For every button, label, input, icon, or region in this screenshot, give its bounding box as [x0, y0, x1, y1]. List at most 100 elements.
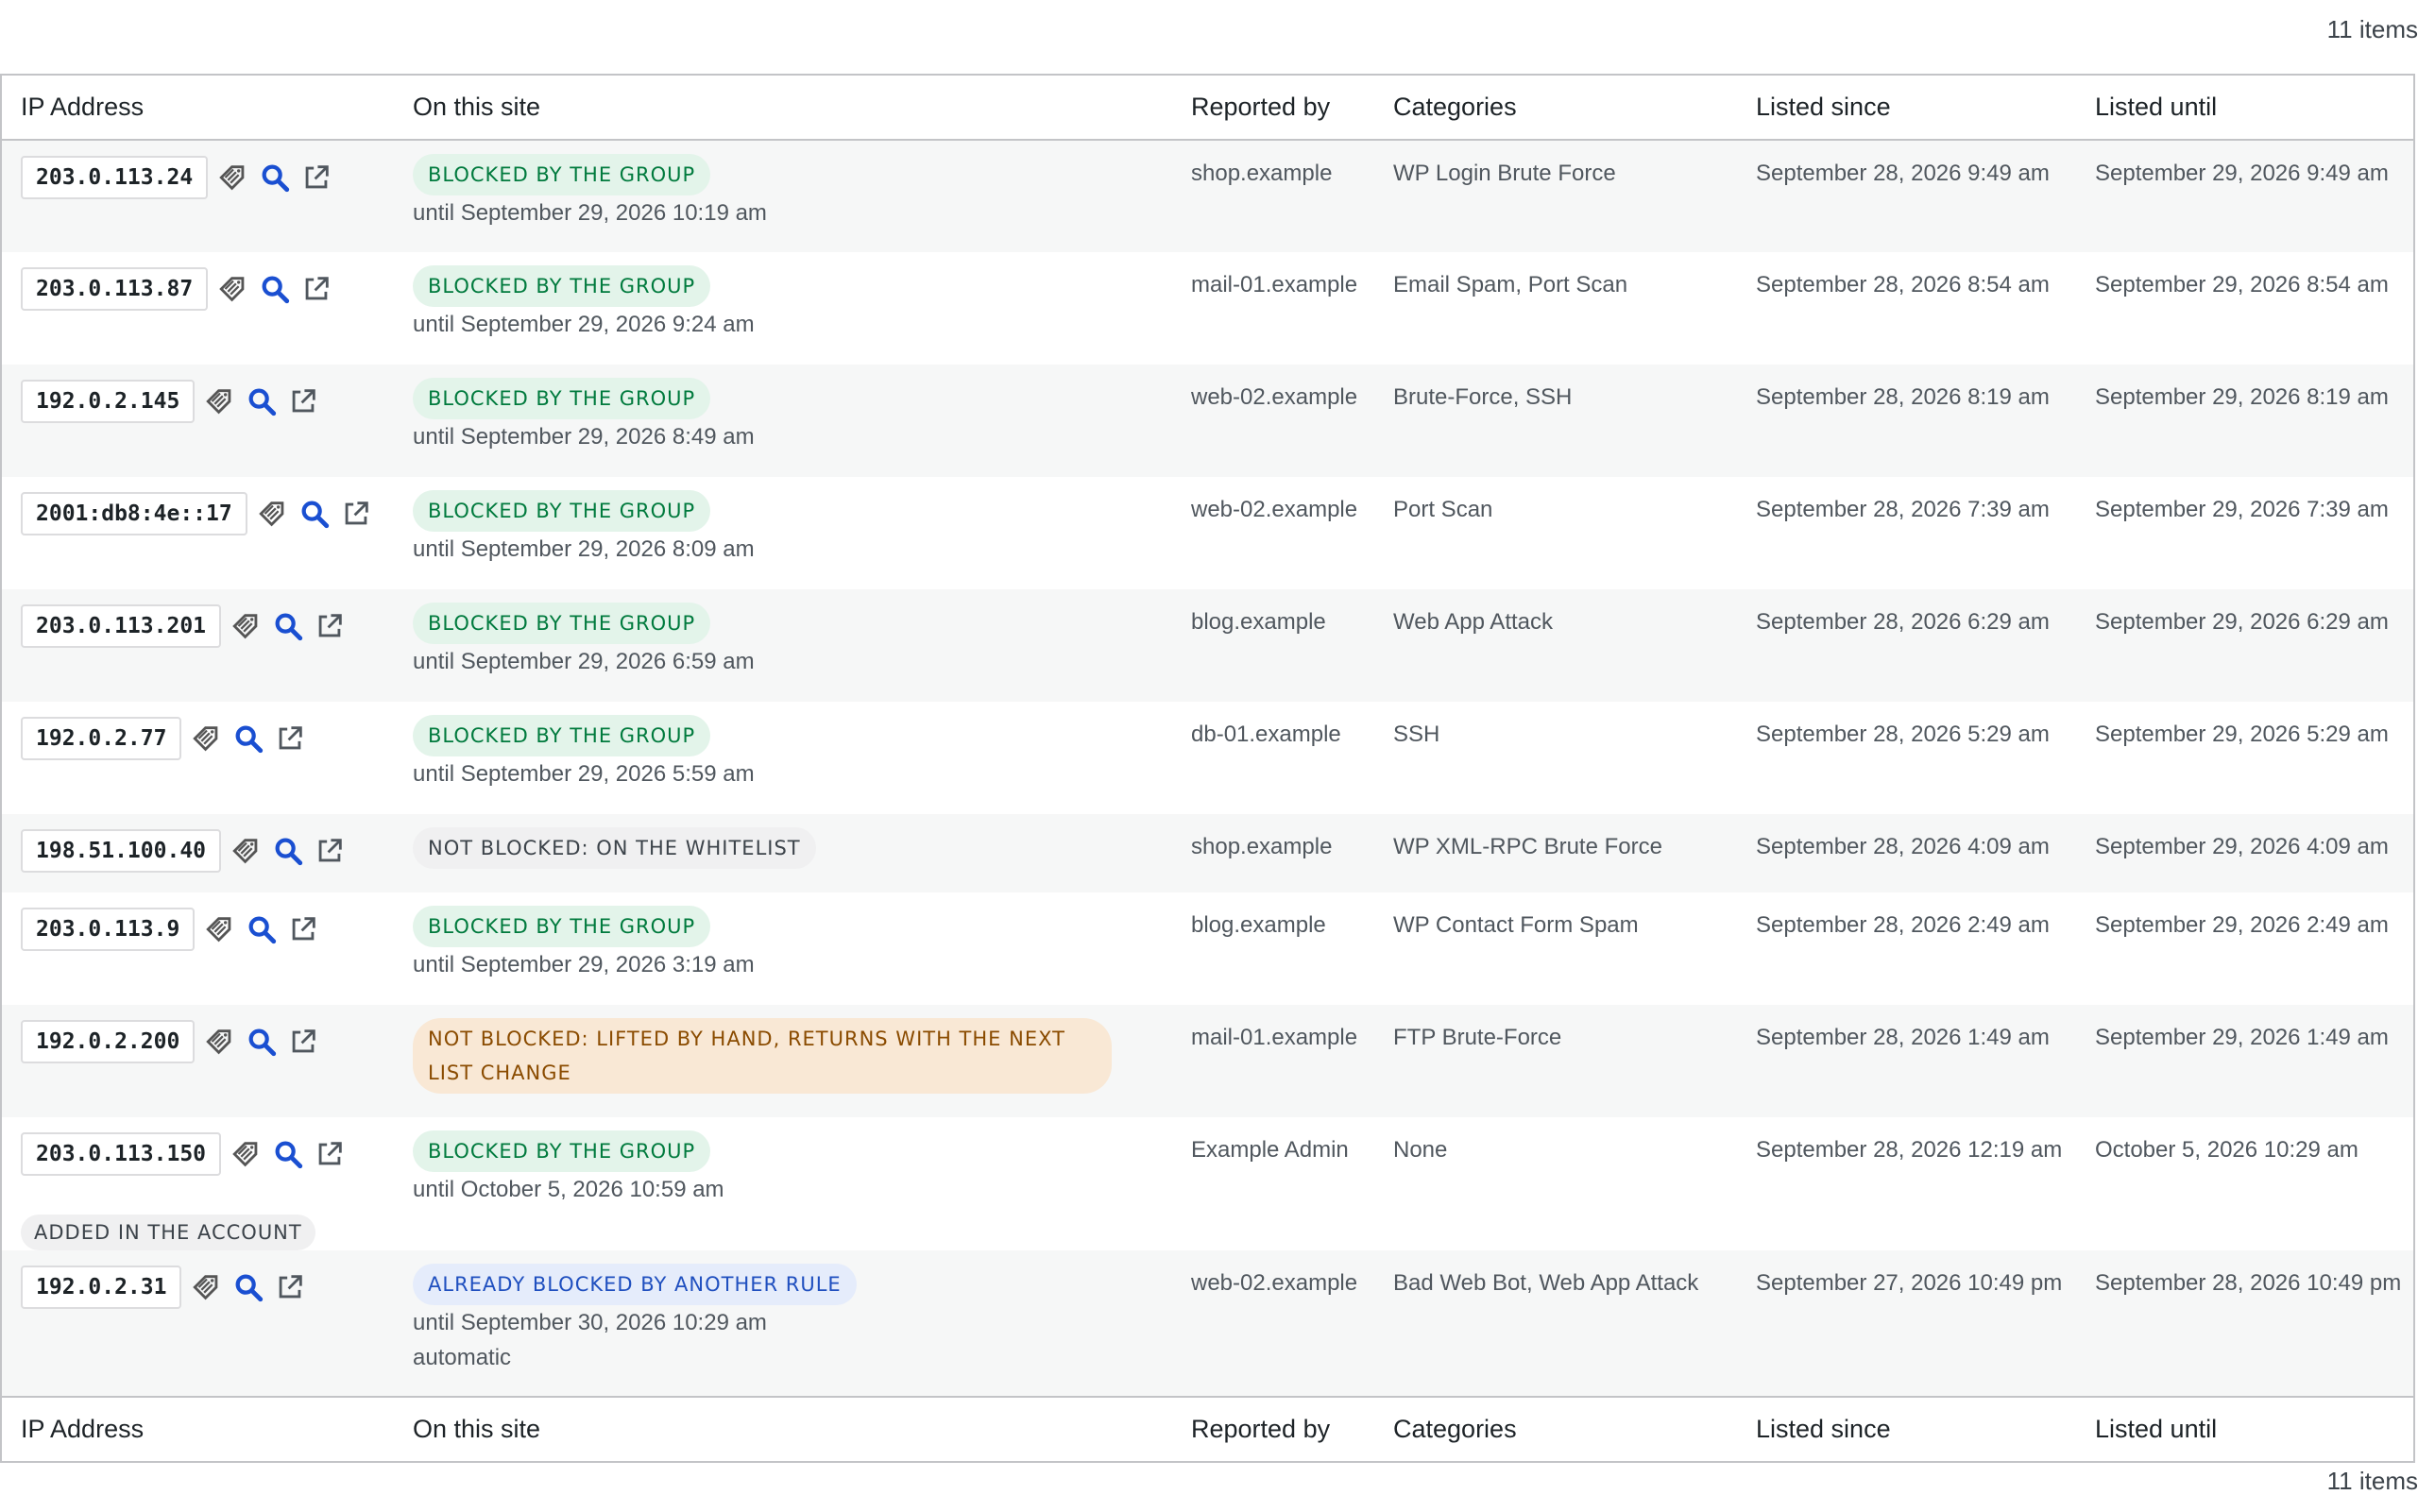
ip-address[interactable]: 192.0.2.31: [21, 1266, 182, 1309]
reported-by: web-02.example: [1191, 384, 1358, 410]
ip-address[interactable]: 203.0.113.201: [21, 604, 222, 648]
tag-icon[interactable]: [217, 273, 249, 305]
search-icon[interactable]: [259, 161, 291, 194]
search-icon[interactable]: [298, 498, 331, 530]
search-icon[interactable]: [246, 1026, 278, 1058]
ip-address[interactable]: 203.0.113.9: [21, 908, 196, 951]
column-header-listed-since[interactable]: Listed since: [1737, 76, 2076, 141]
tag-icon[interactable]: [191, 722, 223, 755]
tag-icon[interactable]: [230, 1138, 263, 1170]
reported-by: shop.example: [1191, 834, 1333, 859]
cell-reported-by: Example Admin: [1172, 1117, 1374, 1250]
ip-address[interactable]: 2001:db8:4e::17: [21, 492, 247, 535]
cell-ip: 192.0.2.145: [2, 365, 394, 477]
listed-until: September 29, 2026 4:09 am: [2095, 834, 2389, 859]
listed-until: September 29, 2026 5:29 am: [2095, 722, 2389, 747]
external-link-icon[interactable]: [300, 273, 332, 305]
tag-icon[interactable]: [191, 1271, 223, 1303]
reported-by: blog.example: [1191, 609, 1326, 635]
cell-categories: WP Contact Form Spam: [1374, 892, 1737, 1005]
cell-listed-until: September 29, 2026 1:49 am: [2076, 1005, 2413, 1117]
column-footer-listed-until[interactable]: Listed until: [2076, 1396, 2413, 1461]
tag-icon[interactable]: [204, 385, 236, 417]
cell-listed-until: September 29, 2026 2:49 am: [2076, 892, 2413, 1005]
ip-address[interactable]: 198.51.100.40: [21, 829, 222, 873]
tag-icon[interactable]: [230, 835, 263, 867]
cell-site-status: BLOCKED BY THE GROUP until September 29,…: [394, 365, 1172, 477]
search-icon[interactable]: [272, 610, 304, 642]
ip-address[interactable]: 192.0.2.145: [21, 380, 196, 423]
cell-reported-by: mail-01.example: [1172, 252, 1374, 365]
block-until: until October 5, 2026 10:59 am: [413, 1177, 724, 1202]
search-icon[interactable]: [246, 385, 278, 417]
external-link-icon[interactable]: [287, 1026, 319, 1058]
listed-until: September 29, 2026 9:49 am: [2095, 161, 2389, 186]
ip-address[interactable]: 203.0.113.150: [21, 1132, 222, 1176]
column-header-listed-until[interactable]: Listed until: [2076, 76, 2413, 141]
column-header-ip[interactable]: IP Address: [2, 76, 394, 141]
status-badge: BLOCKED BY THE GROUP: [413, 906, 711, 947]
cell-ip: 192.0.2.31: [2, 1250, 394, 1397]
column-footer-ip[interactable]: IP Address: [2, 1396, 394, 1461]
cell-site-status: BLOCKED BY THE GROUP until September 29,…: [394, 702, 1172, 814]
external-link-icon[interactable]: [314, 835, 346, 867]
external-link-icon[interactable]: [314, 1138, 346, 1170]
cell-site-status: BLOCKED BY THE GROUP until October 5, 20…: [394, 1117, 1172, 1250]
cell-listed-since: September 28, 2026 4:09 am: [1737, 814, 2076, 892]
block-until: until September 29, 2026 8:49 am: [413, 424, 755, 450]
block-until: until September 29, 2026 3:19 am: [413, 952, 755, 977]
cell-listed-until: September 29, 2026 5:29 am: [2076, 702, 2413, 814]
listed-until: October 5, 2026 10:29 am: [2095, 1137, 2358, 1163]
tag-icon[interactable]: [217, 161, 249, 194]
column-header-categories[interactable]: Categories: [1374, 76, 1737, 141]
search-icon[interactable]: [272, 1138, 304, 1170]
reported-by: web-02.example: [1191, 1270, 1358, 1296]
cell-categories: Port Scan: [1374, 477, 1737, 589]
cell-categories: SSH: [1374, 702, 1737, 814]
search-icon[interactable]: [272, 835, 304, 867]
search-icon[interactable]: [259, 273, 291, 305]
external-link-icon[interactable]: [314, 610, 346, 642]
table-footer-row: IP Address On this site Reported by Cate…: [2, 1396, 2413, 1461]
listed-until: September 29, 2026 1:49 am: [2095, 1025, 2389, 1050]
reported-by: web-02.example: [1191, 497, 1358, 522]
cell-categories: Web App Attack: [1374, 589, 1737, 702]
cell-categories: Bad Web Bot, Web App Attack: [1374, 1250, 1737, 1397]
column-footer-listed-since[interactable]: Listed since: [1737, 1396, 2076, 1461]
tag-icon[interactable]: [257, 498, 289, 530]
ip-address[interactable]: 192.0.2.200: [21, 1020, 196, 1063]
ip-address[interactable]: 203.0.113.24: [21, 156, 209, 199]
tag-icon[interactable]: [230, 610, 263, 642]
cell-reported-by: blog.example: [1172, 589, 1374, 702]
column-footer-reported-by[interactable]: Reported by: [1172, 1396, 1374, 1461]
categories: Email Spam, Port Scan: [1393, 272, 1628, 297]
search-icon[interactable]: [232, 722, 264, 755]
column-header-reported-by[interactable]: Reported by: [1172, 76, 1374, 141]
external-link-icon[interactable]: [287, 913, 319, 945]
external-link-icon[interactable]: [274, 1271, 306, 1303]
listed-since: September 28, 2026 5:29 am: [1756, 722, 2050, 747]
cell-categories: WP XML-RPC Brute Force: [1374, 814, 1737, 892]
cell-site-status: BLOCKED BY THE GROUP until September 29,…: [394, 477, 1172, 589]
external-link-icon[interactable]: [274, 722, 306, 755]
tag-icon[interactable]: [204, 913, 236, 945]
external-link-icon[interactable]: [340, 498, 372, 530]
status-badge: BLOCKED BY THE GROUP: [413, 265, 711, 307]
column-header-site[interactable]: On this site: [394, 76, 1172, 141]
column-footer-categories[interactable]: Categories: [1374, 1396, 1737, 1461]
cell-listed-until: September 28, 2026 10:49 pm: [2076, 1250, 2413, 1397]
status-badge: NOT BLOCKED: LIFTED BY HAND, RETURNS WIT…: [413, 1018, 1112, 1094]
tag-icon[interactable]: [204, 1026, 236, 1058]
ip-address[interactable]: 192.0.2.77: [21, 717, 182, 760]
external-link-icon[interactable]: [287, 385, 319, 417]
ip-address[interactable]: 203.0.113.87: [21, 267, 209, 311]
cell-categories: Email Spam, Port Scan: [1374, 252, 1737, 365]
search-icon[interactable]: [246, 913, 278, 945]
external-link-icon[interactable]: [300, 161, 332, 194]
search-icon[interactable]: [232, 1271, 264, 1303]
column-footer-site[interactable]: On this site: [394, 1396, 1172, 1461]
table-row: 192.0.2.145 BLOCKED BY THE GROUP until S…: [2, 365, 2413, 477]
table-row: 203.0.113.150 ADDED IN THE ACCOUNT BLOCKE…: [2, 1117, 2413, 1250]
table-header-row: IP Address On this site Reported by Cate…: [2, 76, 2413, 141]
listed-since: September 28, 2026 8:19 am: [1756, 384, 2050, 410]
